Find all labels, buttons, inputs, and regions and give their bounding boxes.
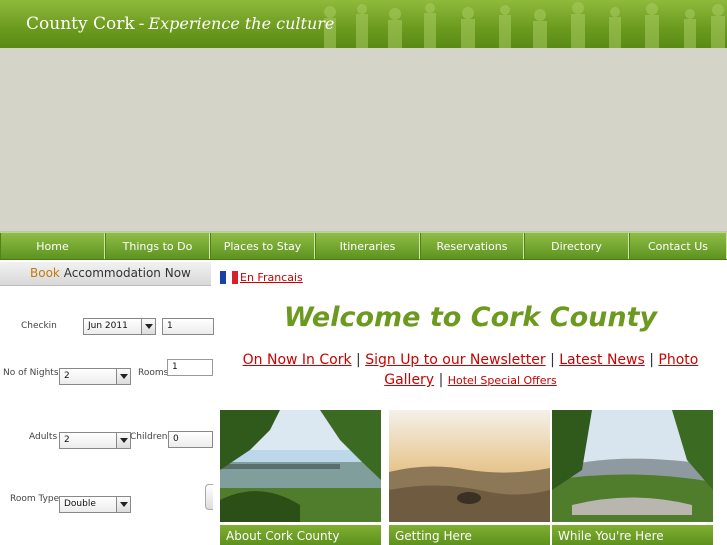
adults-label: Adults (29, 432, 58, 442)
main-content: En Francais Welcome to Cork County On No… (214, 262, 727, 545)
french-flag-icon (220, 271, 238, 284)
site-name: County Cork (26, 14, 135, 34)
language-link[interactable]: En Francais (240, 271, 303, 284)
nav-home[interactable]: Home (0, 233, 105, 259)
checkin-month-value: Jun 2011 (88, 321, 128, 331)
hero-banner (0, 48, 727, 232)
newsletter-link[interactable]: Sign Up to our Newsletter (365, 352, 545, 368)
page: County Cork - Experience the culture Home … (0, 0, 727, 545)
site-tagline: Experience the culture (148, 14, 335, 33)
search-button[interactable] (205, 484, 213, 510)
hills-bridge-image (552, 410, 713, 522)
booking-panel: Book Accommodation Now Checkin Jun 2011 … (0, 262, 214, 545)
chevron-down-icon (116, 369, 130, 384)
crowd-silhouette-image (324, 2, 725, 48)
nav-places-to-stay[interactable]: Places to Stay (210, 233, 315, 259)
card-getting-here[interactable]: Getting Here (389, 410, 550, 545)
nights-select[interactable]: 2 (59, 368, 131, 385)
nights-label: No of Nights (3, 368, 59, 378)
sunset-field-image (389, 410, 550, 522)
checkin-day-select[interactable]: 1 (162, 318, 214, 335)
nav-reservations[interactable]: Reservations (420, 233, 524, 259)
children-value: 0 (173, 434, 179, 444)
language-switcher: En Francais (220, 271, 303, 284)
link-divider: | (550, 352, 555, 368)
checkin-label: Checkin (21, 321, 57, 331)
river-landscape-image (220, 410, 381, 522)
latest-news-link[interactable]: Latest News (559, 352, 645, 368)
link-divider: | (649, 352, 654, 368)
quick-links: On Now In Cork | Sign Up to our Newslett… (224, 350, 717, 391)
card-about-cork[interactable]: About Cork County (220, 410, 381, 545)
chevron-down-icon (116, 433, 130, 448)
room-type-label: Room Type (10, 494, 60, 504)
site-header: County Cork - Experience the culture (0, 0, 727, 48)
card-caption: Getting Here (389, 525, 550, 545)
nav-itineraries[interactable]: Itineraries (315, 233, 420, 259)
main-nav: Home Things to Do Places to Stay Itinera… (0, 232, 727, 260)
adults-value: 2 (64, 435, 70, 445)
link-divider: | (356, 352, 361, 368)
checkin-month-select[interactable]: Jun 2011 (83, 318, 156, 335)
booking-title-rest: Accommodation Now (63, 266, 191, 280)
title-separator: - (138, 14, 145, 34)
adults-select[interactable]: 2 (59, 432, 131, 449)
room-type-value: Double (64, 499, 96, 509)
children-select[interactable]: 0 (168, 431, 213, 448)
rooms-value: 1 (172, 362, 178, 372)
site-title[interactable]: County Cork - Experience the culture (26, 14, 334, 34)
link-divider: | (438, 372, 444, 388)
card-caption: About Cork County (220, 525, 381, 545)
rooms-input[interactable]: 1 (167, 359, 213, 376)
on-now-link[interactable]: On Now In Cork (243, 352, 352, 368)
card-caption: While You're Here (552, 525, 713, 545)
nav-directory[interactable]: Directory (524, 233, 629, 259)
chevron-down-icon (141, 319, 155, 334)
chevron-down-icon (116, 497, 130, 512)
nav-contact-us[interactable]: Contact Us (629, 233, 727, 259)
nav-things-to-do[interactable]: Things to Do (105, 233, 210, 259)
checkin-day-value: 1 (167, 321, 173, 331)
booking-title-accent: Book (30, 266, 60, 280)
room-type-select[interactable]: Double (59, 496, 131, 513)
rooms-label: Rooms (138, 368, 169, 378)
page-title: Welcome to Cork County (283, 302, 658, 333)
nights-value: 2 (64, 371, 70, 381)
children-label: Children (130, 432, 168, 442)
hotel-offers-link[interactable]: Hotel Special Offers (448, 374, 557, 387)
booking-panel-title: Book Accommodation Now (0, 262, 211, 286)
card-while-youre-here[interactable]: While You're Here (552, 410, 713, 545)
